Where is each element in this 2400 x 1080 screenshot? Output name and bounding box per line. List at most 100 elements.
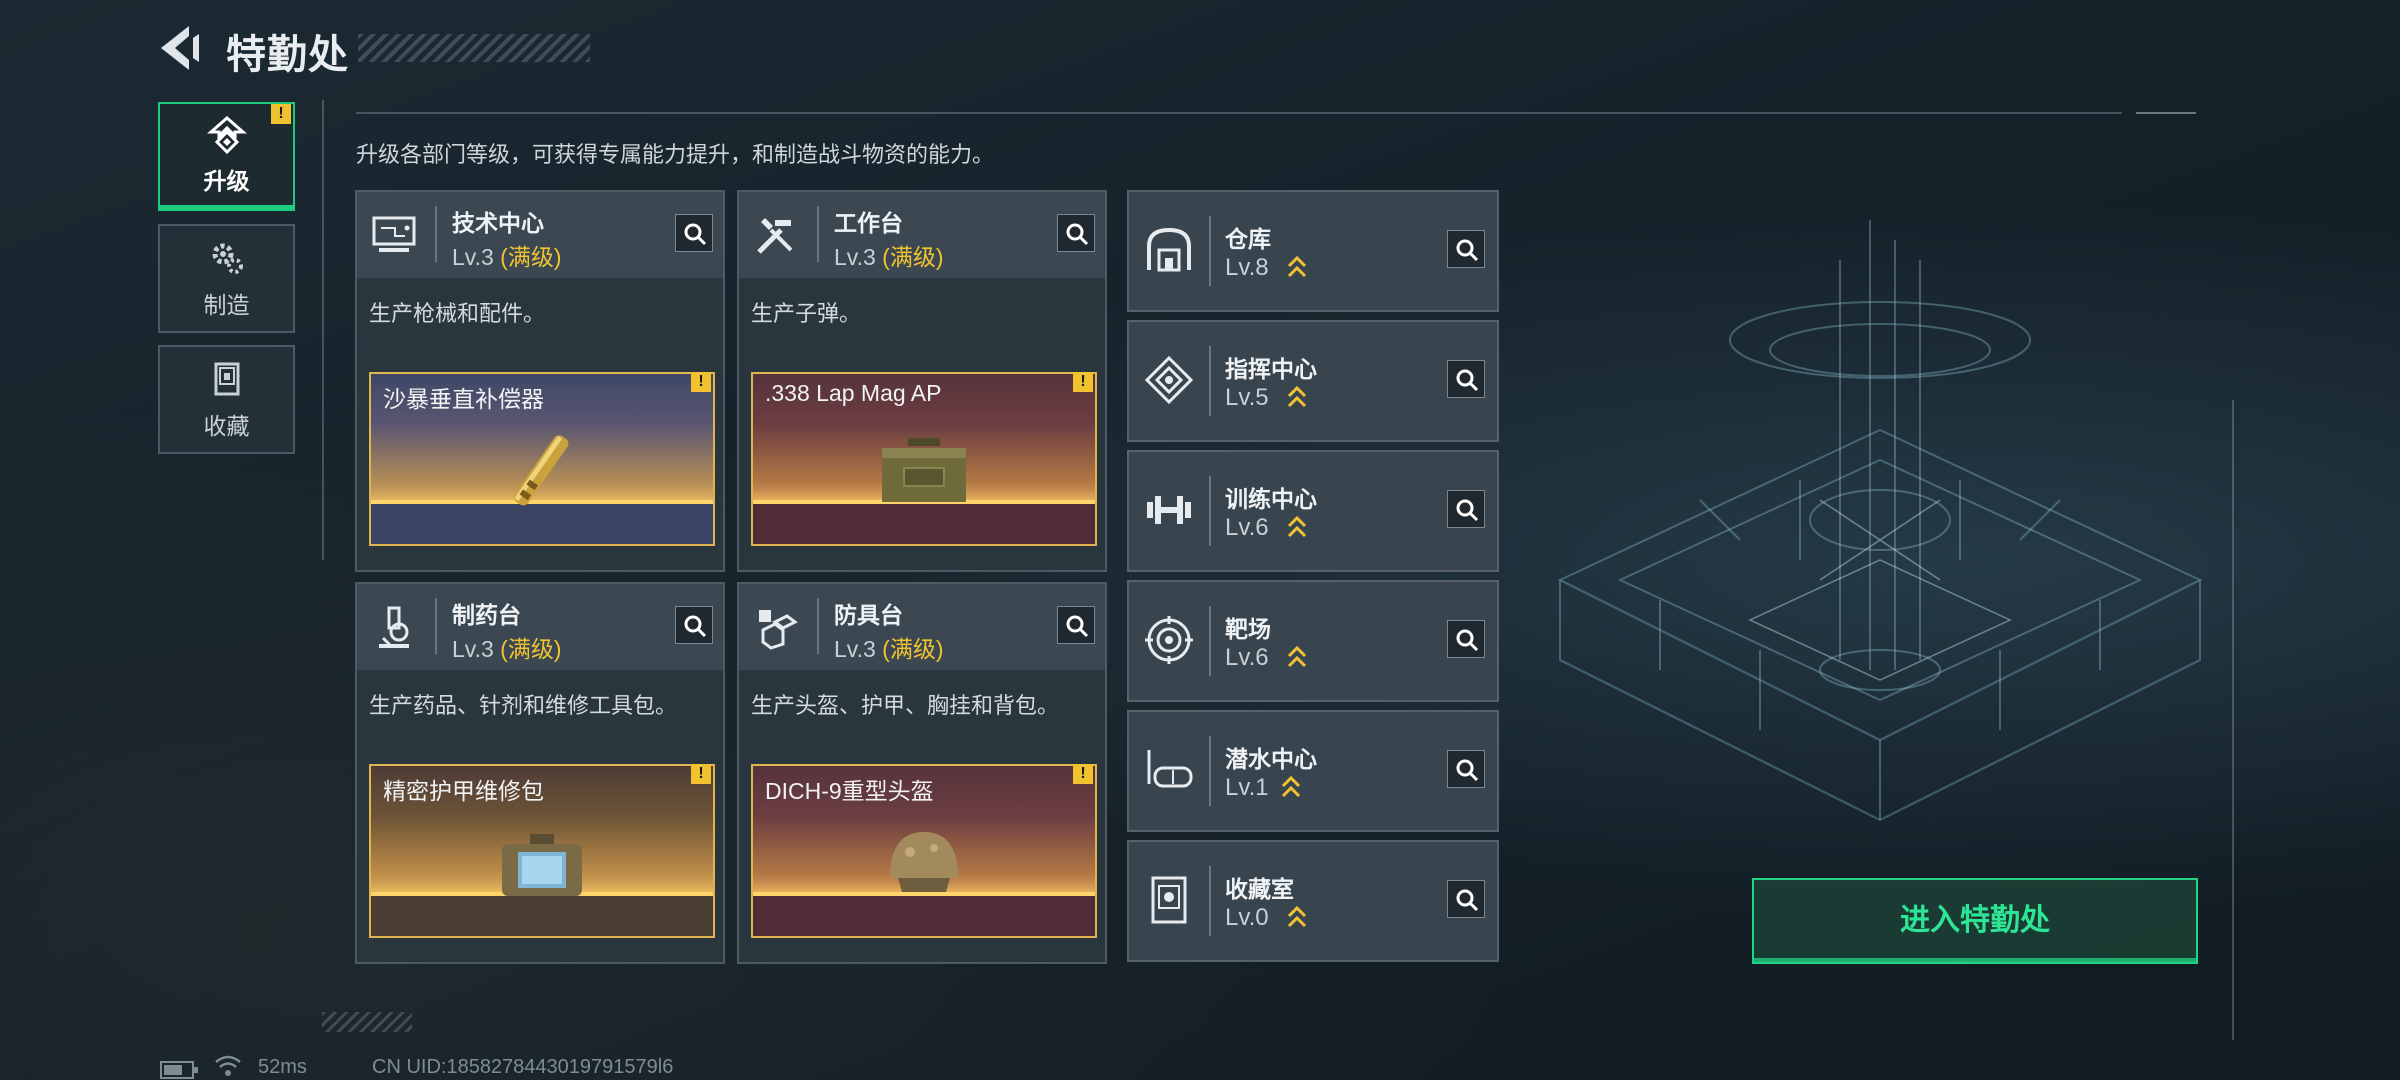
inspect-button[interactable] xyxy=(1447,620,1485,658)
crafting-item-slot[interactable]: DICH-9重型头盔 xyxy=(751,764,1097,938)
gears-icon xyxy=(212,243,243,274)
divider xyxy=(435,598,437,654)
workshop-level: Lv.3 (满级) xyxy=(452,630,562,664)
search-icon xyxy=(1066,223,1089,246)
workshop-description: 生产药品、针剂和维修工具包。 xyxy=(369,693,678,718)
divider xyxy=(1209,476,1211,546)
card-header: 制药台 Lv.3 (满级) xyxy=(357,584,723,670)
upgrade-chevron-icon xyxy=(1287,255,1307,278)
search-icon xyxy=(1066,615,1089,638)
upgrade-chevron-icon xyxy=(1287,385,1307,408)
tab-label: 收藏 xyxy=(203,412,250,439)
divider xyxy=(1209,736,1211,806)
warning-badge: ! xyxy=(271,104,291,124)
search-icon xyxy=(1456,499,1479,522)
crafting-item-slot[interactable]: .338 Lap Mag AP xyxy=(751,372,1097,546)
user-uid: CN UID:1858278443019791579l6 xyxy=(372,1056,674,1078)
warning-badge: ! xyxy=(691,764,711,784)
ping-label: 52ms xyxy=(258,1056,307,1078)
back-button[interactable] xyxy=(155,20,205,76)
facility-level: Lv.1 xyxy=(1225,774,1269,801)
compensator-image xyxy=(514,435,569,506)
upgrade-chevron-icon xyxy=(1281,775,1301,798)
item-name: .338 Lap Mag AP xyxy=(765,380,942,406)
max-level-label: (满级) xyxy=(882,636,944,662)
page-title: 特勤处 xyxy=(226,33,349,77)
workshop-card-tech-center[interactable]: 技术中心 Lv.3 (满级) 生产枪械和配件。 沙暴垂直补偿器 ! xyxy=(355,190,725,572)
crafting-item-slot[interactable]: 精密护甲维修包 xyxy=(369,764,715,938)
inspect-button[interactable] xyxy=(1447,230,1485,268)
upgrade-chevron-icon xyxy=(1287,515,1307,538)
tab-craft[interactable]: 制造 xyxy=(158,224,295,333)
facility-command-center[interactable]: 指挥中心 Lv.5 xyxy=(1127,320,1499,442)
level-value: Lv.3 xyxy=(452,636,494,662)
inspect-button[interactable] xyxy=(1057,214,1095,252)
tab-label: 升级 xyxy=(203,167,250,194)
frame-line xyxy=(2232,400,2234,1040)
frame-line xyxy=(322,100,324,560)
warehouse-icon xyxy=(1147,227,1191,272)
tab-collection[interactable]: 收藏 xyxy=(158,345,295,454)
dumbbell-icon xyxy=(1147,496,1191,524)
facility-shooting-range[interactable]: 靶场 Lv.6 xyxy=(1127,580,1499,702)
tab-upgrade[interactable]: 升级 ! xyxy=(158,102,295,211)
inspect-button[interactable] xyxy=(1057,606,1095,644)
facility-collection-room[interactable]: 收藏室 Lv.0 xyxy=(1127,840,1499,962)
diving-mask-icon xyxy=(1147,750,1193,788)
command-center-icon xyxy=(1144,355,1194,405)
armor-blocks-icon xyxy=(759,610,798,650)
workshop-name: 制药台 xyxy=(452,602,521,628)
upgrade-chevron-icon xyxy=(1287,905,1307,928)
facility-name: 收藏室 xyxy=(1225,876,1294,902)
facility-warehouse[interactable]: 仓库 Lv.8 xyxy=(1127,190,1499,312)
upgrade-icon xyxy=(206,115,247,154)
divider xyxy=(817,598,819,654)
search-icon xyxy=(1456,629,1479,652)
collection-icon xyxy=(1151,876,1187,924)
inspect-button[interactable] xyxy=(1447,490,1485,528)
inspect-button[interactable] xyxy=(1447,880,1485,918)
ammo-box-image xyxy=(882,438,966,502)
inspect-button[interactable] xyxy=(1447,360,1485,398)
computer-icon xyxy=(372,216,416,252)
search-icon xyxy=(684,615,707,638)
max-level-label: (满级) xyxy=(882,244,944,270)
divider xyxy=(1209,606,1211,676)
workshop-description: 生产枪械和配件。 xyxy=(369,301,546,326)
inspect-button[interactable] xyxy=(675,606,713,644)
base-wireframe-illustration xyxy=(1557,220,2203,822)
item-name: 沙暴垂直补偿器 xyxy=(383,386,544,412)
facility-name: 训练中心 xyxy=(1225,486,1317,512)
level-value: Lv.3 xyxy=(452,244,494,270)
divider xyxy=(435,206,437,262)
divider xyxy=(1209,346,1211,416)
max-level-label: (满级) xyxy=(500,636,562,662)
workshop-name: 技术中心 xyxy=(452,210,544,236)
enter-special-ops-button[interactable]: 进入特勤处 xyxy=(1752,878,2198,964)
facility-diving-center[interactable]: 潜水中心 Lv.1 xyxy=(1127,710,1499,832)
facility-name: 靶场 xyxy=(1225,616,1271,642)
facility-level: Lv.6 xyxy=(1225,644,1269,671)
upgrade-chevron-icon xyxy=(1287,645,1307,668)
card-header: 工作台 Lv.3 (满级) xyxy=(739,192,1105,278)
workshop-card-armory[interactable]: 防具台 Lv.3 (满级) 生产头盔、护甲、胸挂和背包。 DICH-9重型头盔 … xyxy=(737,582,1107,964)
workshop-card-workbench[interactable]: 工作台 Lv.3 (满级) 生产子弹。 .338 Lap Mag AP ! xyxy=(737,190,1107,572)
divider xyxy=(817,206,819,262)
warning-badge: ! xyxy=(1073,764,1093,784)
workshop-card-pharmacy[interactable]: 制药台 Lv.3 (满级) 生产药品、针剂和维修工具包。 精密护甲维修包 ! xyxy=(355,582,725,964)
frame-line xyxy=(2136,112,2196,114)
warning-badge: ! xyxy=(1073,372,1093,392)
facility-name: 指挥中心 xyxy=(1225,356,1317,382)
title-decoration xyxy=(358,34,590,62)
item-name: 精密护甲维修包 xyxy=(383,778,544,804)
helmet-image xyxy=(890,832,958,892)
facility-training-center[interactable]: 训练中心 Lv.6 xyxy=(1127,450,1499,572)
inspect-button[interactable] xyxy=(675,214,713,252)
crafting-item-slot[interactable]: 沙暴垂直补偿器 xyxy=(369,372,715,546)
facility-name: 潜水中心 xyxy=(1225,746,1317,772)
collection-icon xyxy=(214,362,239,395)
facility-level: Lv.6 xyxy=(1225,514,1269,541)
workshop-level: Lv.3 (满级) xyxy=(834,238,944,272)
inspect-button[interactable] xyxy=(1447,750,1485,788)
bottom-decoration xyxy=(322,1012,412,1032)
